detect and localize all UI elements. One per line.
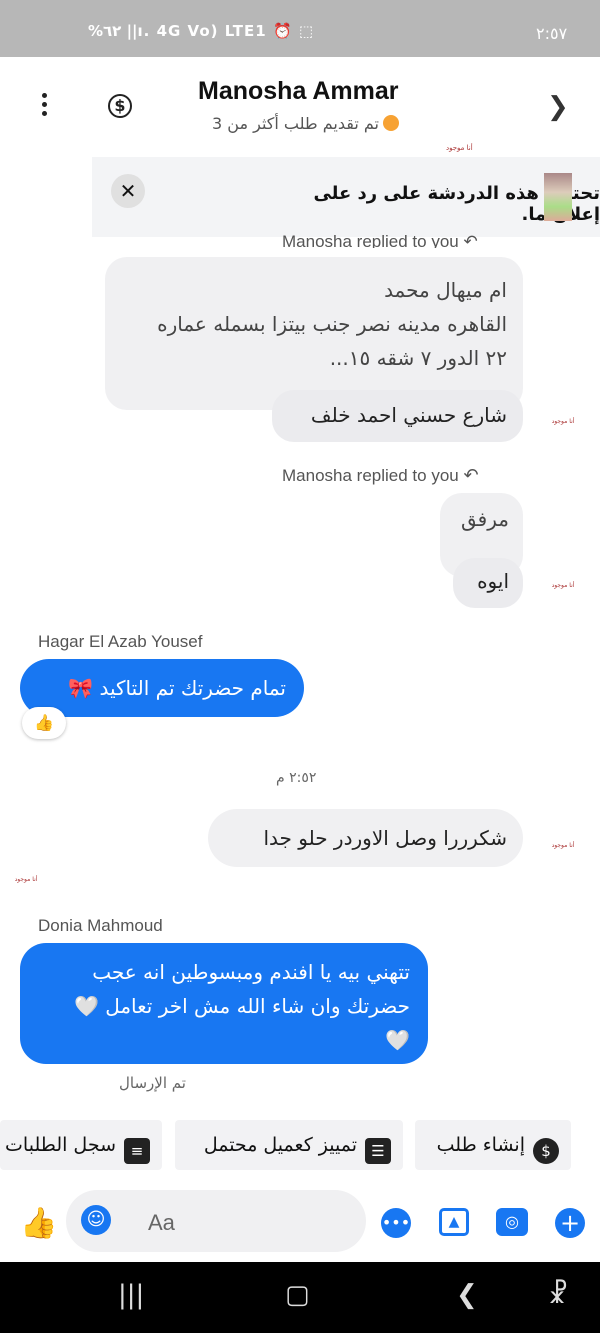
message-line: 🤍	[385, 1028, 410, 1052]
sent-status: تم الإرسال	[119, 1074, 186, 1092]
reply-header: Manosha replied to you ↶	[282, 232, 478, 248]
quote-line: ٢٢ الدور ٧ شقه ١٥...	[329, 346, 507, 370]
order-history-chip[interactable]: ≡سجل الطلبات	[0, 1120, 162, 1170]
ad-reply-banner: ✕ تحتوي هذه الدردشة على رد على إعلان ما.	[92, 157, 600, 237]
sender-avatar: أنا موجود	[551, 842, 575, 849]
list-icon: ≡	[124, 1138, 150, 1164]
message-bubble[interactable]: شكرررا وصل الاوردر حلو جدا	[208, 809, 523, 867]
sender-avatar: أنا موجود	[551, 418, 575, 425]
close-icon[interactable]: ✕	[111, 174, 145, 208]
message-line: تتهني بيه يا افندم ومبسوطين انه عجب	[92, 960, 410, 984]
back-arrow-icon[interactable]: ❯	[547, 92, 569, 122]
dollar-icon: $	[533, 1138, 559, 1164]
add-icon[interactable]: +	[555, 1208, 585, 1238]
create-order-chip[interactable]: $إنشاء طلب	[415, 1120, 571, 1170]
camera-icon[interactable]: ◎	[496, 1208, 528, 1236]
status-icons: %٦٢ ||ı. 4G Vo) LTE1 ⏰ ⬚	[88, 22, 315, 40]
contact-name[interactable]: Manosha Ammar	[198, 77, 399, 106]
system-nav-bar: ||| ▢ ❮ ☧	[0, 1262, 600, 1333]
sender-avatar: أنا موجود	[551, 582, 575, 589]
message-input[interactable]: ☺ Aa	[66, 1190, 366, 1252]
message-input-placeholder: Aa	[148, 1210, 175, 1235]
sender-name: Donia Mahmoud	[38, 916, 163, 935]
quote-line: ام ميهال محمد	[384, 278, 507, 302]
home-icon[interactable]: ▢	[285, 1280, 310, 1310]
nav-back-icon[interactable]: ❮	[456, 1280, 478, 1310]
message-line: حضرتك وان شاء الله مش اخر تعامل 🤍	[73, 994, 410, 1018]
contact-card-icon: ☰	[365, 1138, 391, 1164]
quote-line: القاهره مدينه نصر جنب بيتزا بسمله عماره	[157, 312, 507, 336]
thumbs-up-icon[interactable]: 👍	[20, 1206, 57, 1241]
message-bubble[interactable]: شارع حسني احمد خلف	[272, 390, 523, 442]
more-chat-options-icon[interactable]: •••	[381, 1208, 411, 1238]
sender-name: Hagar El Azab Yousef	[38, 632, 203, 651]
message-bubble[interactable]: تتهني بيه يا افندم ومبسوطين انه عجب حضرت…	[20, 943, 428, 1064]
status-time: ٢:٥٧	[536, 24, 568, 43]
chat-header: $ Manosha Ammar تم تقديم طلب أكثر من 3 أ…	[0, 57, 600, 155]
accessibility-icon[interactable]: ☧	[548, 1280, 568, 1310]
reply-header: Manosha replied to you ↶	[282, 465, 479, 485]
recent-apps-icon[interactable]: |||	[118, 1280, 144, 1310]
ad-thumbnail[interactable]	[544, 173, 572, 221]
emoji-icon[interactable]: ☺	[81, 1205, 111, 1235]
mark-as-lead-chip[interactable]: ☰تمييز كعميل محتمل	[175, 1120, 403, 1170]
more-options-icon[interactable]	[38, 93, 50, 119]
message-composer: 👍 ☺ Aa ••• ▲ ◎ +	[0, 1180, 600, 1262]
quoted-message[interactable]: ام ميهال محمد القاهره مدينه نصر جنب بيتز…	[105, 257, 523, 410]
message-bubble[interactable]: تمام حضرتك تم التاكيد 🎀	[20, 659, 304, 717]
reply-arrow-icon: ↶	[463, 465, 479, 485]
gallery-icon[interactable]: ▲	[439, 1208, 469, 1236]
thumbs-up-reaction-icon[interactable]: 👍	[22, 707, 66, 739]
reply-arrow-icon: ↶	[463, 232, 478, 248]
order-status-subtitle: تم تقديم طلب أكثر من 3	[212, 114, 399, 133]
message-bubble[interactable]: ايوه	[453, 558, 523, 608]
status-bar: %٦٢ ||ı. 4G Vo) LTE1 ⏰ ⬚ ٢:٥٧	[0, 0, 600, 57]
message-timestamp: ٢:٥٢ م	[276, 770, 317, 786]
order-status-dot-icon	[382, 115, 399, 131]
payment-dollar-icon[interactable]: $	[108, 94, 132, 118]
seen-indicator-avatar: أنا موجود	[14, 876, 38, 883]
